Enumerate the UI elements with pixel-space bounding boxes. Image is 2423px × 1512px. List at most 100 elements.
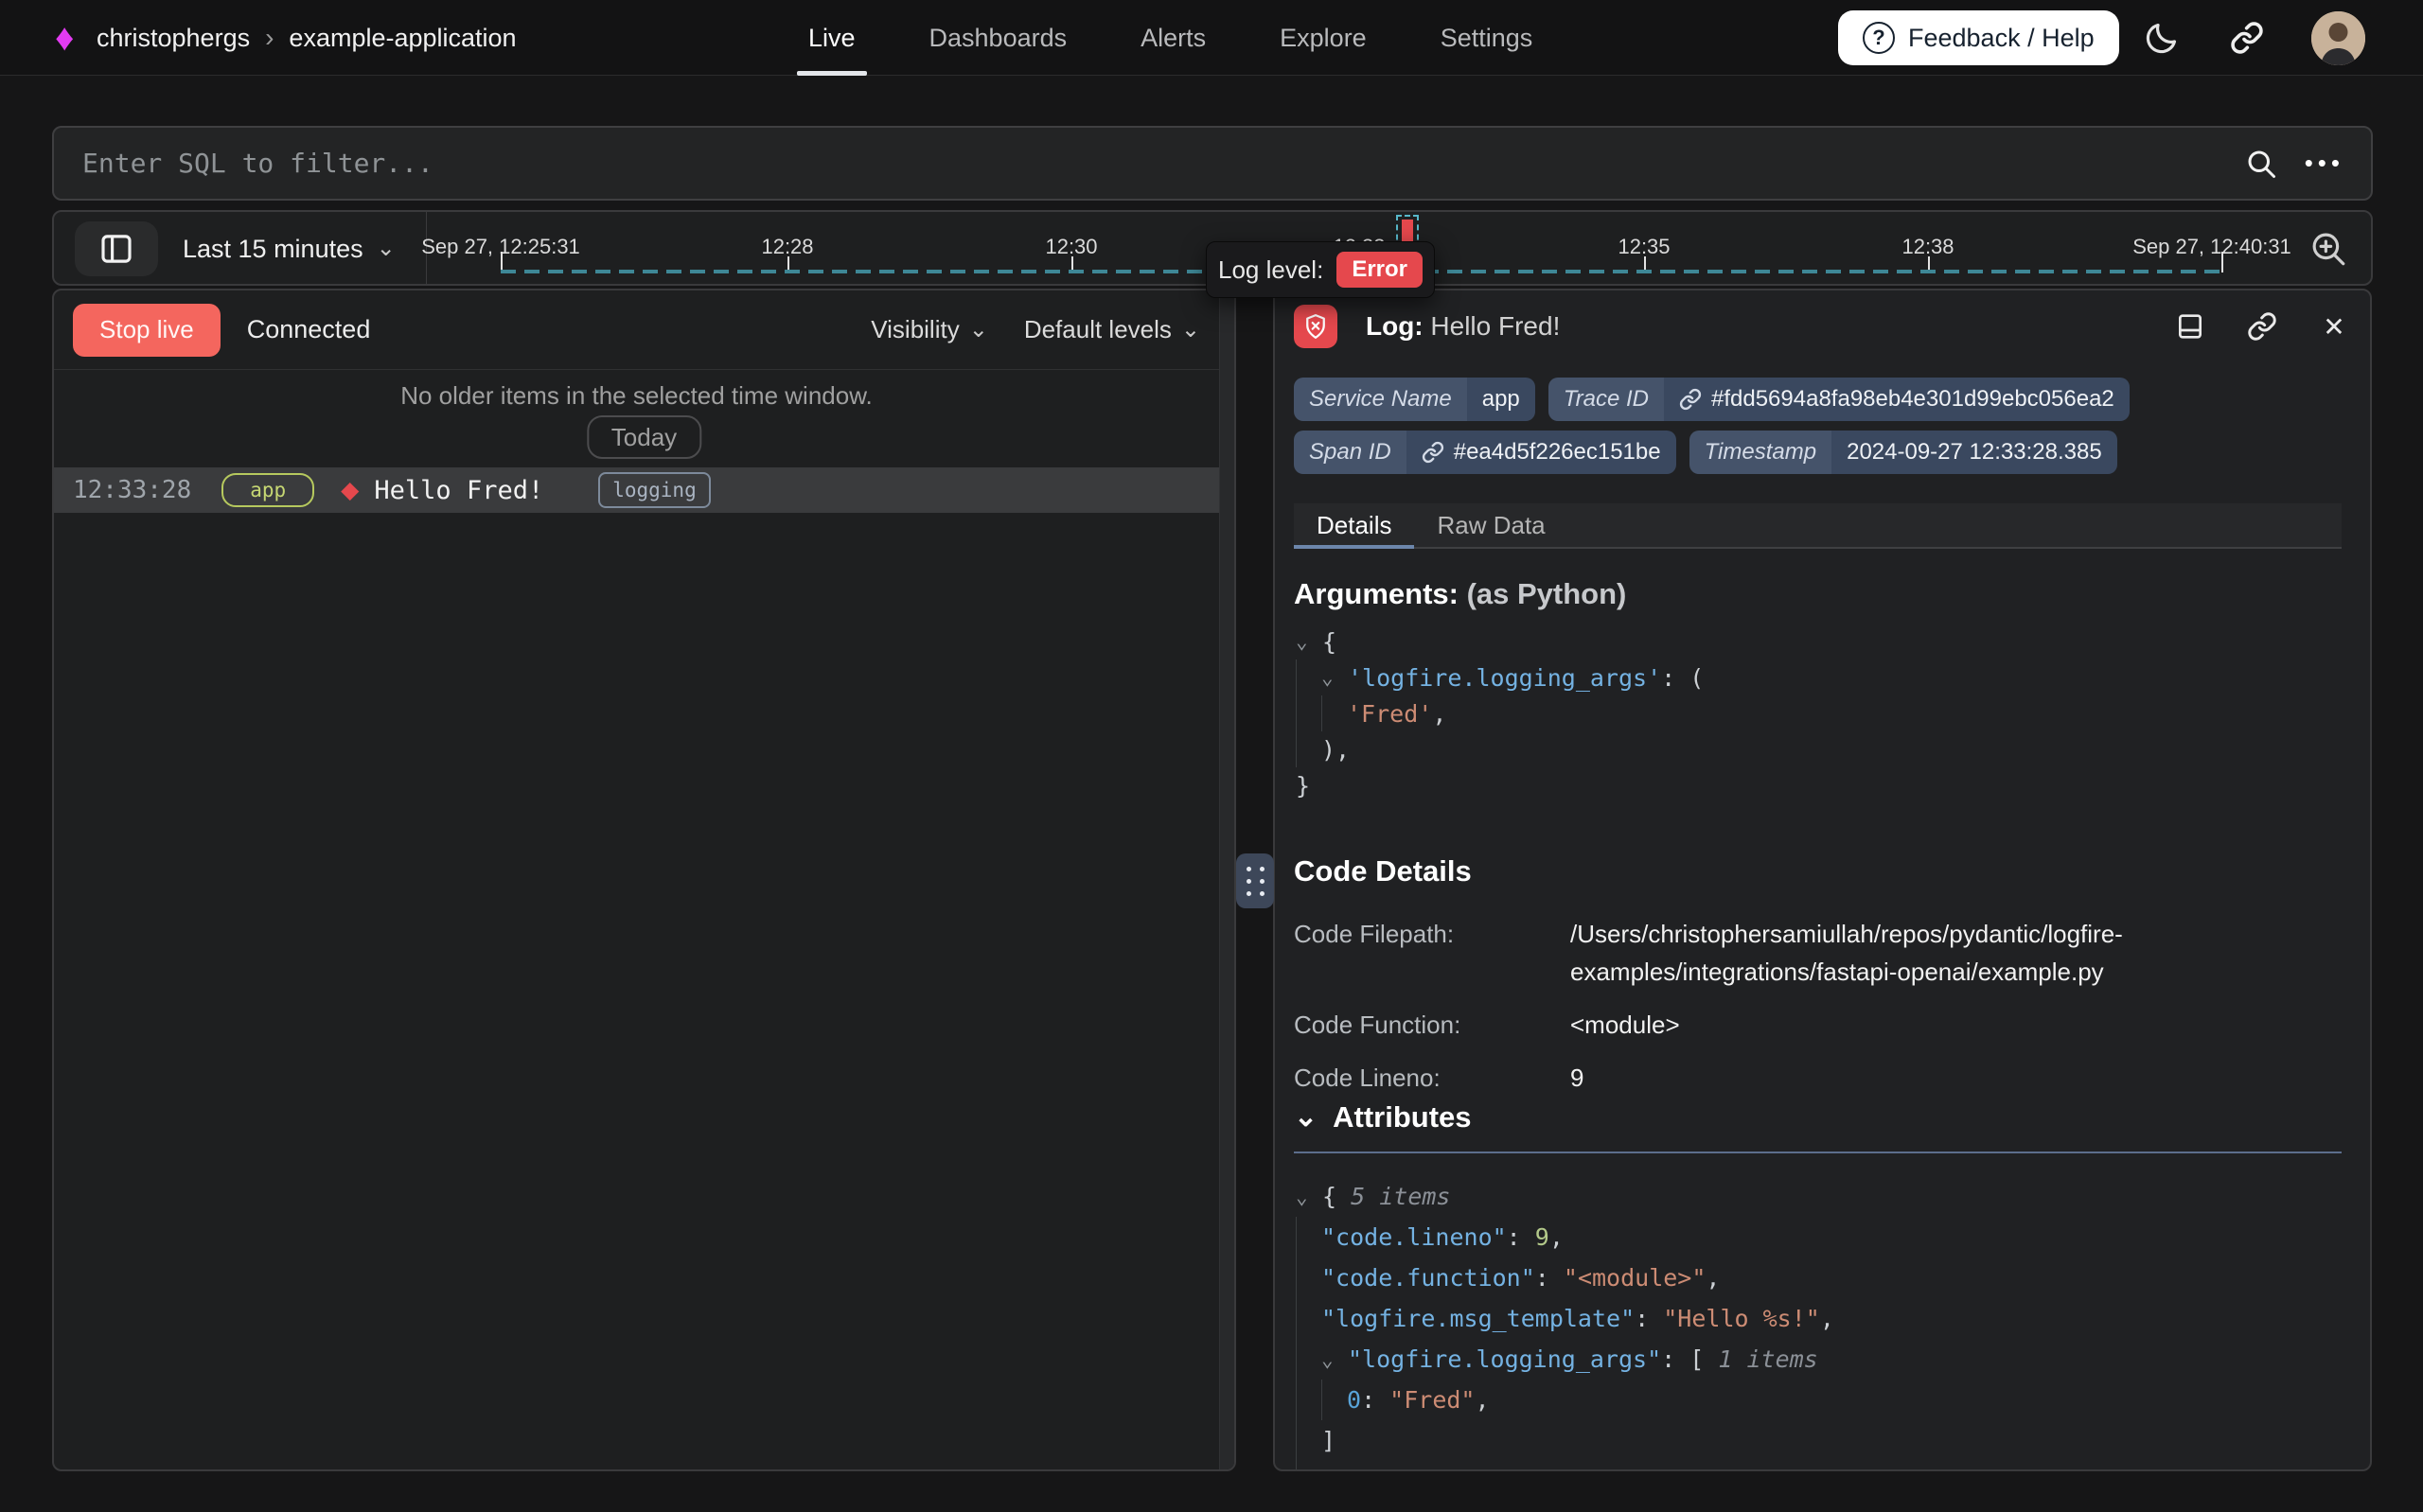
arguments-heading-text: Arguments: [1294, 577, 1459, 610]
open-in-drawer-icon[interactable] [2173, 309, 2207, 343]
chevron-down-icon: ⌄ [1294, 1108, 1318, 1127]
error-level-badge: Error [1336, 252, 1423, 288]
visibility-label: Visibility [871, 315, 959, 344]
breadcrumb: christophergs › example-application [97, 0, 517, 76]
zoom-in-icon[interactable] [2307, 227, 2350, 271]
logfire-app: ♦ christophergs › example-application Li… [0, 0, 2423, 1512]
collapse-chevron-icon[interactable]: ⌄ [1321, 659, 1348, 695]
nav-tab-dashboards[interactable]: Dashboards [929, 0, 1068, 76]
nav-tab-alerts[interactable]: Alerts [1141, 0, 1206, 76]
overflow-menu-icon[interactable]: ••• [2305, 149, 2344, 178]
timestamp-value: 2024-09-27 12:33:28.385 [1831, 431, 2117, 474]
trace-id-value: #fdd5694a8fa98eb4e301d99ebc056ea2 [1711, 386, 2114, 413]
detail-header: Log: Hello Fred! ✕ [1294, 304, 2351, 349]
tab-details[interactable]: Details [1294, 503, 1414, 547]
collapse-chevron-icon[interactable]: ⌄ [1321, 1339, 1348, 1380]
feedback-help-button[interactable]: ? Feedback / Help [1838, 10, 2119, 65]
empty-window-message: No older items in the selected time wind… [54, 381, 1219, 411]
breadcrumb-org[interactable]: christophergs [97, 24, 250, 53]
panel-resize-handle[interactable] [1236, 853, 1274, 908]
attributes-divider [1294, 1152, 2342, 1153]
stop-live-button[interactable]: Stop live [73, 304, 221, 357]
logfire-logo-icon[interactable]: ♦ [55, 17, 74, 59]
tick-mark [2221, 252, 2223, 273]
live-panel-scrollbar[interactable] [1219, 290, 1234, 1469]
log-message: Hello Fred! [374, 476, 543, 505]
code-details-section: Code Details Code Filepath: /Users/chris… [1294, 854, 2252, 1097]
code-filepath-label: Code Filepath: [1294, 915, 1570, 991]
connection-status: Connected [247, 315, 371, 344]
attributes-collapse-toggle[interactable]: ⌄ Attributes [1294, 1100, 1472, 1134]
detail-title-prefix: Log: [1366, 311, 1424, 341]
arguments-heading: Arguments: (as Python) [1294, 577, 1626, 611]
breadcrumb-project[interactable]: example-application [289, 24, 516, 53]
service-badge: app [221, 473, 314, 507]
log-time: 12:33:28 [73, 476, 191, 504]
span-id-value: #ea4d5f226ec151be [1454, 439, 1661, 466]
logging-tag-badge: logging [598, 472, 711, 508]
detail-tabs: Details Raw Data [1294, 503, 2342, 549]
collapse-chevron-icon[interactable]: ⌄ [1296, 1176, 1322, 1217]
nav-tab-settings[interactable]: Settings [1441, 0, 1533, 76]
feedback-help-label: Feedback / Help [1908, 24, 2095, 53]
theme-toggle-moon-icon[interactable] [2141, 17, 2183, 59]
log-row-selected[interactable]: 12:33:28 app ◆ Hello Fred! logging [54, 467, 1219, 513]
permalink-icon[interactable] [2245, 309, 2279, 343]
sql-filter-input[interactable] [54, 128, 2244, 199]
arguments-heading-sub: (as Python) [1467, 577, 1627, 610]
log-meta: Service Name app Trace ID #fdd5694a8fa98… [1294, 378, 2130, 474]
search-icon[interactable] [2244, 147, 2278, 181]
live-logs-panel: Stop live Connected Visibility ⌄ Default… [52, 289, 1236, 1471]
service-name-pill: Service Name app [1294, 378, 1535, 421]
nav-tabs: Live Dashboards Alerts Explore Settings [808, 0, 1532, 76]
timeline-track[interactable]: Sep 27, 12:25:31 12:28 12:30 12:33 12:35… [54, 212, 2286, 284]
code-details-heading: Code Details [1294, 854, 2252, 888]
span-id-label: Span ID [1294, 431, 1406, 474]
sql-filter-bar: ••• [52, 126, 2373, 201]
timestamp-label: Timestamp [1689, 431, 1831, 474]
detail-title-text: Hello Fred! [1430, 311, 1560, 341]
tab-raw-data[interactable]: Raw Data [1414, 503, 1567, 547]
service-name-label: Service Name [1294, 378, 1467, 421]
chevron-down-icon: ⌄ [1181, 325, 1200, 335]
error-shield-icon [1294, 305, 1337, 348]
code-lineno-value: 9 [1570, 1059, 1583, 1097]
tick-label: Sep 27, 12:40:31 [2132, 235, 2291, 259]
trace-id-label: Trace ID [1548, 378, 1664, 421]
code-lineno-row: Code Lineno: 9 [1294, 1059, 2252, 1097]
log-level-tooltip: Log level: Error [1206, 241, 1435, 298]
collapse-chevron-icon[interactable]: ⌄ [1296, 624, 1322, 659]
tooltip-label: Log level: [1218, 255, 1323, 285]
arguments-code-block[interactable]: ⌄{⌄'logfire.logging_args': ('Fred',),} [1296, 624, 1704, 803]
breadcrumb-separator-icon: › [265, 23, 274, 53]
trace-id-pill[interactable]: Trace ID #fdd5694a8fa98eb4e301d99ebc056e… [1548, 378, 2130, 421]
close-icon[interactable]: ✕ [2317, 309, 2351, 343]
link-icon [1679, 388, 1702, 411]
span-id-pill[interactable]: Span ID #ea4d5f226ec151be [1294, 431, 1676, 474]
code-function-value: <module> [1570, 1006, 1680, 1044]
code-function-label: Code Function: [1294, 1006, 1570, 1044]
nav-tab-explore[interactable]: Explore [1280, 0, 1367, 76]
live-panel-header: Stop live Connected Visibility ⌄ Default… [54, 290, 1219, 370]
chevron-down-icon: ⌄ [969, 325, 988, 335]
service-name-value: app [1467, 378, 1535, 421]
code-filepath-row: Code Filepath: /Users/christophersamiull… [1294, 915, 2252, 991]
link-icon [1422, 441, 1444, 464]
share-link-icon[interactable] [2226, 17, 2268, 59]
detail-title: Log: Hello Fred! [1366, 311, 1560, 342]
attributes-code-block[interactable]: ⌄{ 5 items"code.lineno": 9,"code.functio… [1296, 1176, 2370, 1471]
log-detail-panel: Log: Hello Fred! ✕ Service Name app [1273, 289, 2372, 1471]
today-button[interactable]: Today [587, 415, 701, 459]
nav-tab-live[interactable]: Live [808, 0, 856, 76]
code-lineno-label: Code Lineno: [1294, 1059, 1570, 1097]
visibility-dropdown[interactable]: Visibility ⌄ [871, 315, 988, 344]
default-levels-label: Default levels [1024, 315, 1172, 344]
timestamp-pill: Timestamp 2024-09-27 12:33:28.385 [1689, 431, 2117, 474]
attributes-heading-text: Attributes [1333, 1100, 1471, 1134]
user-avatar[interactable] [2311, 11, 2365, 65]
top-nav: ♦ christophergs › example-application Li… [0, 0, 2423, 76]
code-filepath-value: /Users/christophersamiullah/repos/pydant… [1570, 915, 2252, 991]
default-levels-dropdown[interactable]: Default levels ⌄ [1024, 315, 1200, 344]
help-icon: ? [1863, 22, 1895, 54]
error-diamond-icon: ◆ [341, 476, 359, 504]
